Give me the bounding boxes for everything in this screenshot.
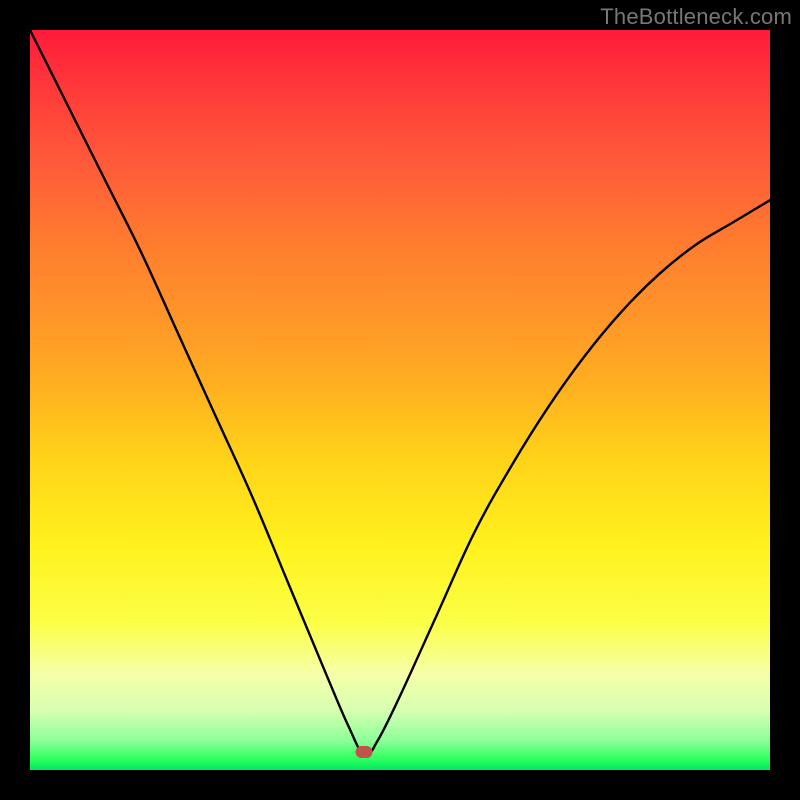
bottleneck-curve [30,30,770,770]
minimum-marker [356,746,373,758]
watermark-text: TheBottleneck.com [600,4,792,30]
plot-area [30,30,770,770]
chart-frame: TheBottleneck.com [0,0,800,800]
